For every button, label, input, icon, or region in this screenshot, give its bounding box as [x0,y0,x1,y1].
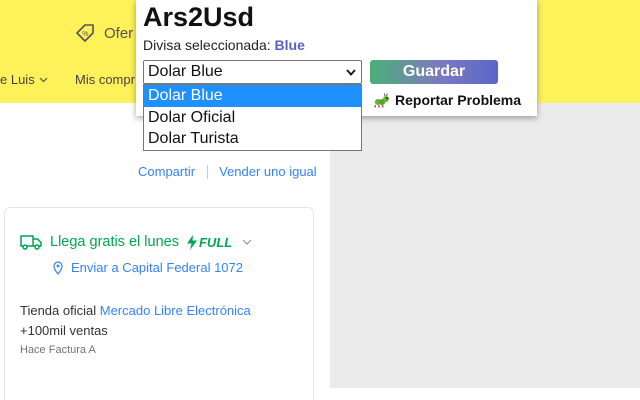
currency-select-value: Dolar Blue [148,63,223,80]
lightning-bolt-icon [186,234,197,250]
seller-sales: +100mil ventas [20,323,108,338]
user-menu-label: e Luis [0,72,35,87]
sell-similar-link[interactable]: Vender uno igual [219,164,317,179]
full-badge-text: FULL [198,234,233,250]
dropdown-option-dolar-oficial[interactable]: Dolar Oficial [144,107,361,129]
invoice-note: Hace Factura A [20,344,96,356]
selected-currency-label: Divisa seleccionada: [143,37,271,53]
truck-icon [20,235,42,250]
selected-currency: Divisa seleccionada: Blue [143,37,305,53]
shipping-arrival[interactable]: Llega gratis el lunes FULL [20,234,252,250]
full-badge: FULL [186,234,233,250]
chevron-down-icon [346,69,356,76]
selected-currency-value: Blue [274,37,305,53]
svg-text:%: % [82,31,88,38]
shipping-location-text: Enviar a Capital Federal 1072 [71,260,243,275]
purchases-menu[interactable]: Mis compr [75,72,135,87]
buy-box-card: Llega gratis el lunes FULL Enviar a Capi… [4,207,314,400]
store-prefix: Tienda oficial [20,303,97,318]
report-problem-label: Reportar Problema [395,92,522,108]
share-row: Compartir Vender uno igual [138,164,317,179]
shipping-arrival-text: Llega gratis el lunes [50,234,179,250]
user-menu[interactable]: e Luis [0,72,48,87]
bug-icon [374,93,389,108]
dropdown-option-dolar-turista[interactable]: Dolar Turista [144,128,361,150]
dropdown-option-dolar-blue[interactable]: Dolar Blue [144,85,361,107]
chevron-down-icon [39,77,48,82]
save-button[interactable]: Guardar [370,60,498,84]
official-store: Tienda oficial Mercado Libre Electrónica [20,303,251,318]
currency-select[interactable]: Dolar Blue [143,60,362,84]
location-pin-icon [53,260,63,275]
currency-dropdown-list: Dolar Blue Dolar Oficial Dolar Turista [143,84,362,151]
purchases-menu-label: Mis compr [75,72,135,87]
popup-title: Ars2Usd [143,2,255,32]
chevron-down-icon [242,239,252,245]
store-name-link[interactable]: Mercado Libre Electrónica [100,303,251,318]
discount-tag-icon: % [76,24,94,42]
divider [207,164,209,179]
share-link[interactable]: Compartir [138,164,195,179]
shipping-location[interactable]: Enviar a Capital Federal 1072 [53,260,243,275]
report-problem-link[interactable]: Reportar Problema [372,92,521,108]
ofertas-label: Ofer [104,24,134,42]
ofertas-link[interactable]: % Ofer [74,22,133,44]
